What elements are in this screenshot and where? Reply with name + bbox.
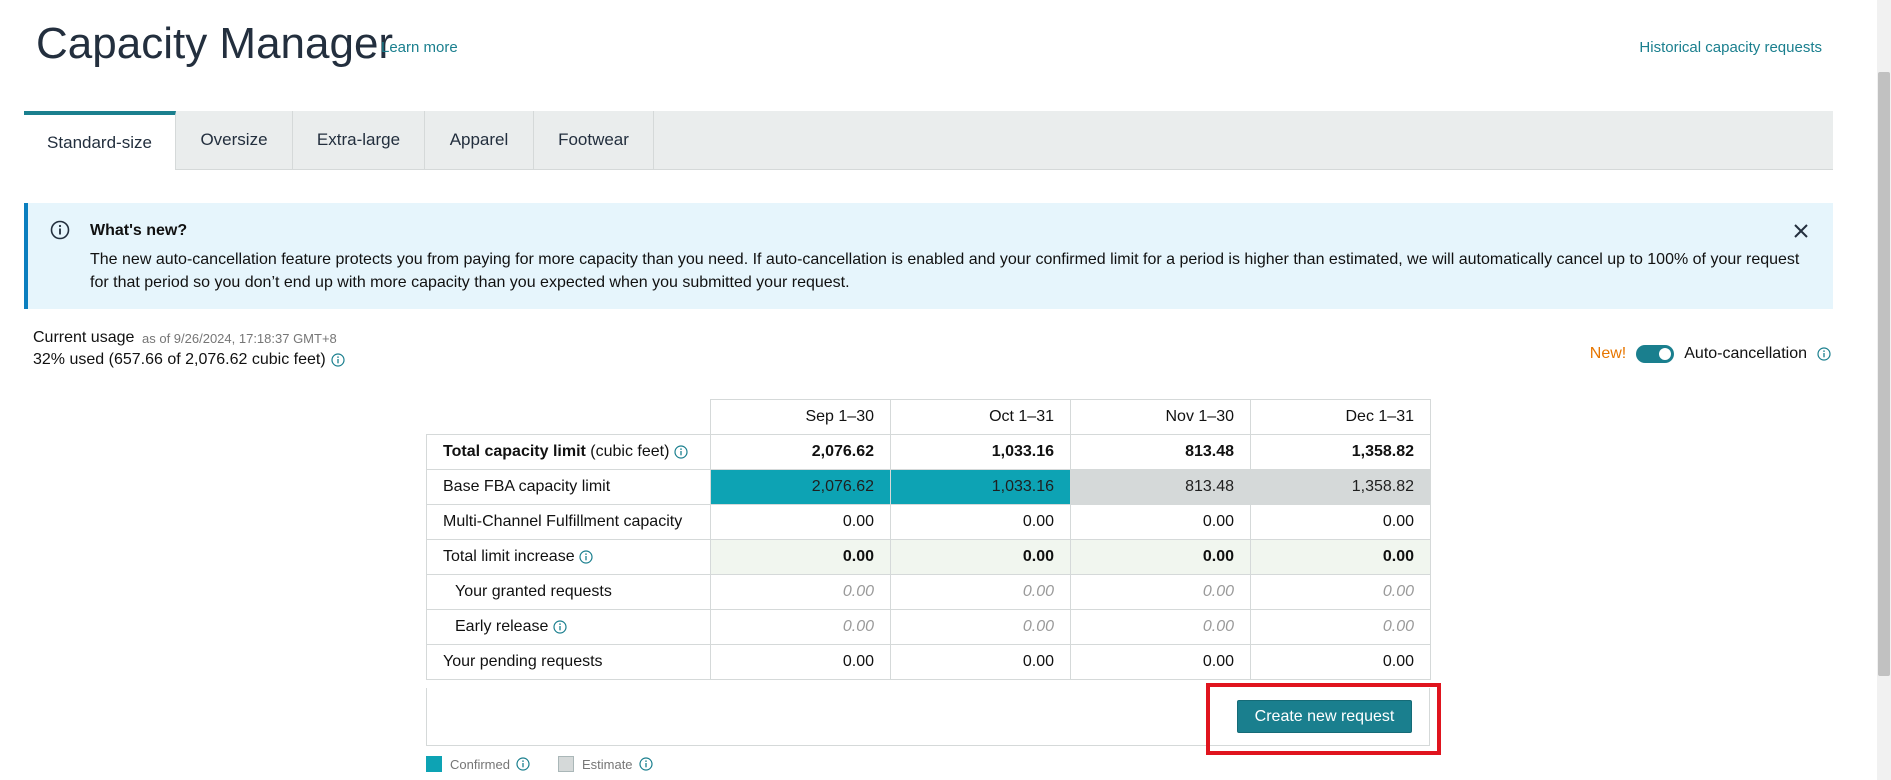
table-cell: 0.00 <box>710 504 891 540</box>
estimate-cell: 1,358.82 <box>1250 469 1431 505</box>
total-limit-increase-row: Total limit increase 0.00 0.00 0.00 0.00 <box>426 539 1431 575</box>
row-label: Total limit increase <box>426 539 711 575</box>
column-header: Nov 1–30 <box>1070 399 1251 435</box>
row-label: Early release <box>426 609 711 645</box>
historical-capacity-requests-link[interactable]: Historical capacity requests <box>1639 39 1822 56</box>
header-blank-cell <box>426 399 711 435</box>
confirmed-swatch <box>426 756 442 772</box>
row-label: Your pending requests <box>426 644 711 680</box>
mcf-row: Multi-Channel Fulfillment capacity 0.00 … <box>426 504 1431 540</box>
table-cell: 0.00 <box>1070 644 1251 680</box>
base-fba-row: Base FBA capacity limit 2,076.62 1,033.1… <box>426 469 1431 505</box>
table-cell: 0.00 <box>1070 504 1251 540</box>
table-cell: 0.00 <box>710 644 891 680</box>
toggle-knob <box>1659 348 1672 360</box>
auto-cancellation-toggle[interactable] <box>1636 345 1675 363</box>
row-label: Total capacity limit (cubic feet) <box>426 434 711 470</box>
info-icon[interactable] <box>638 757 653 771</box>
table-cell: 2,076.62 <box>710 434 891 470</box>
size-tabs: Standard-size Oversize Extra-large Appar… <box>24 111 1833 170</box>
legend-confirmed: Confirmed <box>426 756 530 772</box>
close-icon[interactable] <box>1789 219 1813 243</box>
usage-value: 32% used (657.66 of 2,076.62 cubic feet) <box>33 351 345 369</box>
row-label: Multi-Channel Fulfillment capacity <box>426 504 711 540</box>
table-cell: 0.00 <box>890 609 1071 645</box>
table-cell: 0.00 <box>710 539 891 575</box>
auto-cancellation-control: New! Auto-cancellation <box>1590 345 1831 363</box>
usage-value-text: 32% used (657.66 of 2,076.62 cubic feet) <box>33 351 326 368</box>
tab-extra-large[interactable]: Extra-large <box>293 111 425 169</box>
table-cell: 0.00 <box>1070 609 1251 645</box>
page-scrollbar[interactable] <box>1877 0 1891 780</box>
legend: Confirmed Estimate <box>426 756 681 772</box>
row-label-text: Total limit increase <box>443 548 575 565</box>
info-icon[interactable] <box>579 550 593 564</box>
table-cell: 0.00 <box>1250 644 1431 680</box>
learn-more-link[interactable]: Learn more <box>381 39 458 56</box>
total-capacity-row: Total capacity limit (cubic feet) 2,076.… <box>426 434 1431 470</box>
table-cell: 0.00 <box>1070 539 1251 575</box>
table-cell: 0.00 <box>710 609 891 645</box>
table-cell: 0.00 <box>890 504 1071 540</box>
row-label-unit: (cubic feet) <box>585 443 670 460</box>
row-label: Your granted requests <box>426 574 711 610</box>
row-label-text: Early release <box>455 618 549 635</box>
table-cell: 0.00 <box>1250 539 1431 575</box>
legend-label: Estimate <box>581 756 633 772</box>
scrollbar-thumb[interactable] <box>1878 72 1890 676</box>
table-cell: 0.00 <box>710 574 891 610</box>
table-header-row: Sep 1–30 Oct 1–31 Nov 1–30 Dec 1–31 <box>426 399 1431 435</box>
tab-oversize[interactable]: Oversize <box>176 111 293 169</box>
banner-title: What's new? <box>90 222 188 239</box>
confirmed-cell: 1,033.16 <box>890 469 1071 505</box>
current-usage-label: Current usage <box>33 329 135 346</box>
column-header: Oct 1–31 <box>890 399 1071 435</box>
table-cell: 0.00 <box>1250 609 1431 645</box>
table-cell: 0.00 <box>890 574 1071 610</box>
legend-label: Confirmed <box>450 756 510 772</box>
table-cell: 0.00 <box>1250 574 1431 610</box>
page-title: Capacity Manager <box>36 19 394 68</box>
column-header: Sep 1–30 <box>710 399 891 435</box>
pending-requests-row: Your pending requests 0.00 0.00 0.00 0.0… <box>426 644 1431 680</box>
legend-estimate: Estimate <box>557 756 653 772</box>
usage-timestamp: as of 9/26/2024, 17:18:37 GMT+8 <box>142 331 337 346</box>
table-cell: 0.00 <box>890 644 1071 680</box>
granted-requests-row: Your granted requests 0.00 0.00 0.00 0.0… <box>426 574 1431 610</box>
whats-new-banner: What's new? The new auto-cancellation fe… <box>24 203 1833 309</box>
info-icon[interactable] <box>553 620 567 634</box>
table-cell: 0.00 <box>890 539 1071 575</box>
confirmed-cell: 2,076.62 <box>710 469 891 505</box>
auto-cancellation-label: Auto-cancellation <box>1684 345 1807 362</box>
tab-standard-size[interactable]: Standard-size <box>24 111 176 170</box>
info-icon[interactable] <box>516 757 530 771</box>
table-cell: 0.00 <box>1250 504 1431 540</box>
table-cell: 0.00 <box>1070 574 1251 610</box>
tab-apparel[interactable]: Apparel <box>425 111 534 169</box>
info-icon[interactable] <box>331 353 345 367</box>
banner-text: The new auto-cancellation feature protec… <box>90 251 1800 291</box>
estimate-cell: 813.48 <box>1070 469 1251 505</box>
tab-footwear[interactable]: Footwear <box>534 111 654 169</box>
info-icon[interactable] <box>1817 347 1831 361</box>
row-label-bold: Total capacity limit <box>443 443 586 460</box>
early-release-row: Early release 0.00 0.00 0.00 0.00 <box>426 609 1431 645</box>
info-icon <box>50 220 70 240</box>
table-cell: 1,358.82 <box>1250 434 1431 470</box>
new-badge: New! <box>1589 345 1627 362</box>
table-cell: 1,033.16 <box>890 434 1071 470</box>
column-header: Dec 1–31 <box>1250 399 1431 435</box>
table-cell: 813.48 <box>1070 434 1251 470</box>
info-icon[interactable] <box>674 445 688 459</box>
create-new-request-button[interactable]: Create new request <box>1237 700 1412 733</box>
capacity-table: Sep 1–30 Oct 1–31 Nov 1–30 Dec 1–31 Tota… <box>426 399 1431 680</box>
estimate-swatch <box>557 756 574 772</box>
row-label: Base FBA capacity limit <box>426 469 711 505</box>
